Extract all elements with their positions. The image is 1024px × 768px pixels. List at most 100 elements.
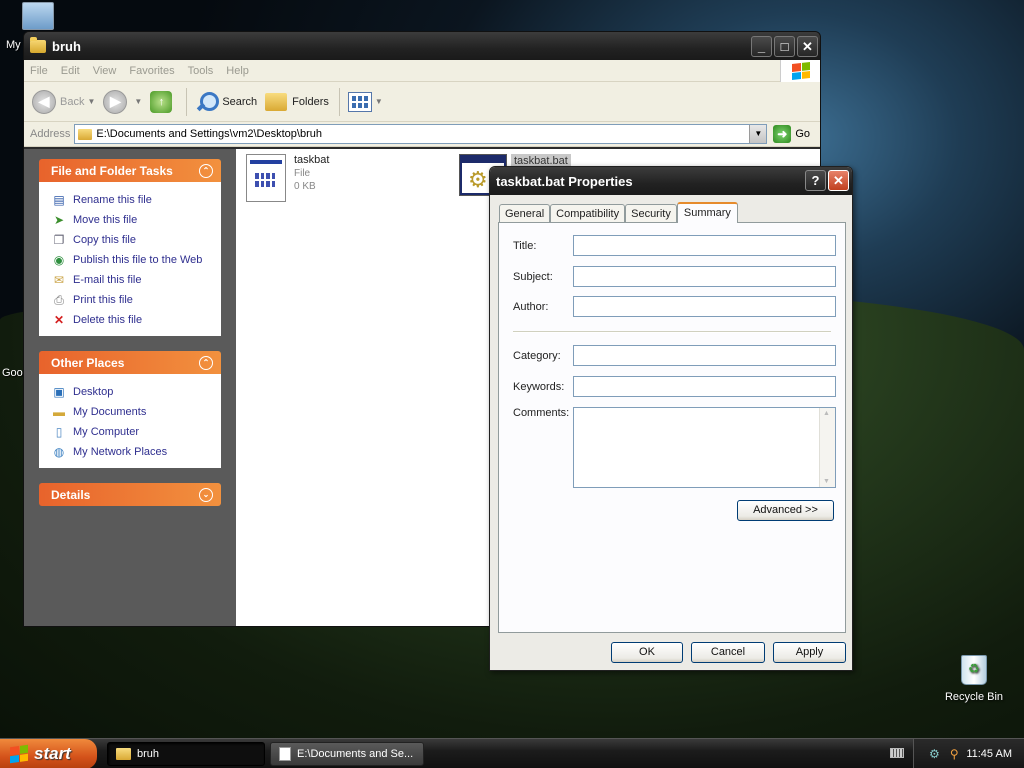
start-button[interactable]: start (0, 739, 97, 768)
search-button[interactable]: Search (195, 91, 257, 113)
folder-icon (116, 748, 131, 760)
explorer-titlebar[interactable]: bruh _ □ ✕ (24, 32, 820, 60)
advanced-button[interactable]: Advanced >> (737, 500, 834, 521)
desktop-icon-recycle-bin[interactable]: Recycle Bin (944, 655, 1004, 703)
subject-row: Subject: (513, 266, 836, 287)
comments-scrollbar[interactable] (819, 408, 835, 487)
tab-compatibility[interactable]: Compatibility (550, 204, 626, 223)
task-delete[interactable]: ✕ Delete this file (51, 310, 211, 330)
views-dropdown-icon[interactable]: ▼ (375, 97, 383, 106)
search-icon (195, 91, 220, 113)
folders-label: Folders (292, 95, 329, 108)
menu-bar: File Edit View Favorites Tools Help (24, 60, 820, 82)
dialog-close-button[interactable]: ✕ (828, 170, 849, 191)
go-button[interactable]: ➜ Go (773, 125, 810, 143)
place-my-network[interactable]: ◍ My Network Places (51, 442, 211, 462)
comments-field[interactable] (573, 407, 836, 488)
task-email[interactable]: ✉ E-mail this file (51, 270, 211, 290)
details-header[interactable]: Details ⌄ (39, 483, 221, 506)
recycle-bin-icon (961, 655, 987, 685)
title-field[interactable] (573, 235, 836, 256)
help-button[interactable]: ? (805, 170, 826, 191)
back-button[interactable]: ◀ Back ▼ (32, 89, 95, 114)
my-documents-icon: ▬ (53, 405, 65, 419)
place-my-computer[interactable]: ▯ My Computer (51, 422, 211, 442)
details-panel: Details ⌄ (39, 483, 221, 506)
taskbar-item-properties[interactable]: E:\Documents and Se... (270, 742, 424, 766)
search-tray-icon[interactable]: ⚲ (946, 747, 962, 761)
place-my-documents[interactable]: ▬ My Documents (51, 402, 211, 422)
file-folder-tasks-panel: File and Folder Tasks ⌃ ▤ Rename this fil… (39, 159, 221, 336)
menu-file[interactable]: File (30, 65, 48, 77)
printer-icon: ⎙ (54, 292, 64, 307)
file-folder-tasks-header[interactable]: File and Folder Tasks ⌃ (39, 159, 221, 182)
author-field[interactable] (573, 296, 836, 317)
menu-favorites[interactable]: Favorites (129, 65, 174, 77)
address-dropdown-icon[interactable]: ▼ (749, 125, 767, 143)
folder-icon (78, 128, 93, 140)
menu-edit[interactable]: Edit (61, 65, 80, 77)
desktop-label-my-partial: My (6, 39, 21, 51)
category-field[interactable] (573, 345, 836, 366)
file-folder-tasks-title: File and Folder Tasks (51, 163, 173, 178)
task-print[interactable]: ⎙ Print this file (51, 290, 211, 310)
cancel-button[interactable]: Cancel (691, 642, 765, 663)
views-button[interactable]: ▼ (347, 91, 383, 112)
task-publish[interactable]: ◉ Publish this file to the Web (51, 250, 211, 270)
other-places-panel: Other Places ⌃ ▣ Desktop ▬ My Documents ▯ M… (39, 351, 221, 468)
up-button[interactable]: ↑ (150, 90, 176, 113)
expand-chevron-icon[interactable]: ⌄ (199, 487, 213, 502)
task-rename[interactable]: ▤ Rename this file (51, 190, 211, 210)
maximize-button[interactable]: □ (774, 36, 795, 57)
subject-field[interactable] (573, 266, 836, 287)
back-arrow-icon: ◀ (32, 89, 56, 114)
address-input[interactable]: E:\Documents and Settings\vm2\Desktop\br… (74, 124, 768, 144)
menu-view[interactable]: View (93, 65, 117, 77)
forward-button[interactable]: ▶ ▼ (103, 89, 142, 114)
close-button[interactable]: ✕ (797, 36, 818, 57)
taskbar-item-bruh[interactable]: bruh (107, 742, 265, 766)
place-desktop[interactable]: ▣ Desktop (51, 382, 211, 402)
minimize-button[interactable]: _ (751, 36, 772, 57)
windows-flag-icon (10, 744, 28, 764)
dialog-title: taskbat.bat Properties (496, 173, 633, 189)
collapse-chevron-icon[interactable]: ⌃ (199, 163, 213, 178)
keyboard-icon[interactable] (890, 748, 904, 758)
file-name: taskbat (294, 154, 330, 166)
ok-button[interactable]: OK (611, 642, 683, 663)
task-move[interactable]: ➤ Move this file (51, 210, 211, 230)
clock[interactable]: 11:45 AM (966, 748, 1012, 760)
system-tray: ⚙ ⚲ 11:45 AM (913, 739, 1024, 768)
desktop-icon-my-computer-partial[interactable] (22, 2, 54, 30)
tab-general[interactable]: General (499, 204, 551, 223)
tab-strip: General Compatibility Security Summary (499, 202, 738, 223)
task-copy[interactable]: ❐ Copy this file (51, 230, 211, 250)
keywords-field[interactable] (573, 376, 836, 397)
menu-tools[interactable]: Tools (188, 65, 214, 77)
divider (513, 331, 831, 333)
back-dropdown-icon[interactable]: ▼ (87, 97, 95, 106)
file-item-taskbat[interactable]: taskbat File 0 KB (246, 154, 329, 202)
desktop-label-goo-partial: Goo (2, 367, 23, 379)
tab-security[interactable]: Security (625, 204, 677, 223)
go-label: Go (795, 128, 810, 140)
forward-dropdown-icon[interactable]: ▼ (134, 97, 142, 106)
windows-logo-icon (780, 60, 820, 82)
collapse-chevron-icon[interactable]: ⌃ (199, 355, 213, 370)
subject-label: Subject: (513, 270, 553, 283)
properties-dialog: taskbat.bat Properties ? ✕ General Compa… (489, 166, 853, 671)
dialog-titlebar[interactable]: taskbat.bat Properties ? ✕ (490, 167, 852, 195)
menu-help[interactable]: Help (226, 65, 249, 77)
other-places-header[interactable]: Other Places ⌃ (39, 351, 221, 374)
folders-button[interactable]: Folders (265, 92, 329, 111)
author-label: Author: (513, 300, 549, 313)
network-places-icon: ◍ (53, 445, 65, 459)
title-row: Title: (513, 235, 836, 256)
apply-button[interactable]: Apply (773, 642, 846, 663)
tab-summary[interactable]: Summary (676, 202, 738, 223)
network-icon[interactable]: ⚙ (926, 747, 942, 761)
address-path: E:\Documents and Settings\vm2\Desktop\br… (96, 128, 322, 140)
file-size: 0 KB (294, 181, 316, 192)
notepad-icon (279, 747, 291, 761)
views-icon (347, 91, 372, 112)
